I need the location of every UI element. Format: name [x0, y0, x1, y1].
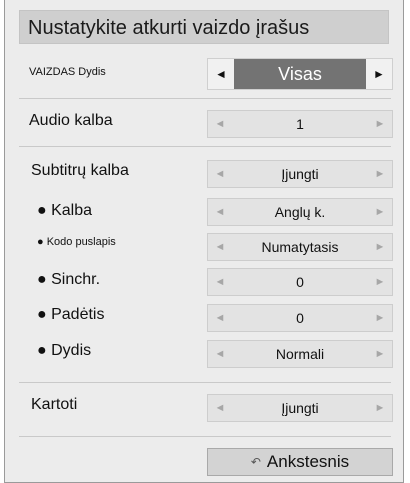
subtitle-sub-language-value: Anglų k. [274, 204, 326, 220]
repeat-label: Kartoti [31, 396, 78, 413]
arrow-right-icon[interactable]: ► [368, 341, 392, 367]
subtitle-sub-language-selector[interactable]: ◄ Anglų k. ► [207, 198, 393, 226]
picture-size-value: Visas [234, 59, 366, 89]
divider [19, 98, 391, 99]
arrow-left-icon[interactable]: ◄ [208, 269, 232, 295]
arrow-left-icon[interactable]: ◄ [208, 59, 234, 89]
subtitle-language-selector[interactable]: ◄ Įjungti ► [207, 160, 393, 188]
size-selector[interactable]: ◄ Normali ► [207, 340, 393, 368]
arrow-right-icon[interactable]: ► [366, 59, 392, 89]
arrow-right-icon[interactable]: ► [368, 269, 392, 295]
sync-value: 0 [296, 274, 304, 290]
subtitle-sub-language-label: ● Kalba [37, 202, 93, 219]
back-button[interactable]: ↶ Ankstesnis [207, 448, 393, 476]
size-label: ● Dydis [37, 342, 92, 359]
picture-size-selector[interactable]: ◄ Visas ► [207, 58, 393, 90]
repeat-value: Įjungti [281, 400, 319, 416]
divider [19, 436, 391, 437]
back-button-label: Ankstesnis [266, 452, 350, 471]
audio-language-value: 1 [296, 116, 304, 132]
arrow-left-icon[interactable]: ◄ [208, 161, 232, 187]
settings-panel: Nustatykite atkurti vaizdo įrašus VAIZDA… [4, 0, 404, 483]
size-value: Normali [275, 346, 325, 362]
picture-size-label: VAIZDAS Dydis [29, 66, 106, 78]
code-page-label: ● Kodo puslapis [37, 236, 116, 248]
audio-language-selector[interactable]: ◄ 1 ► [207, 110, 393, 138]
page-title: Nustatykite atkurti vaizdo įrašus [19, 10, 389, 44]
return-icon: ↶ [250, 455, 261, 469]
arrow-right-icon[interactable]: ► [368, 111, 392, 137]
arrow-right-icon[interactable]: ► [368, 199, 392, 225]
repeat-selector[interactable]: ◄ Įjungti ► [207, 394, 393, 422]
arrow-left-icon[interactable]: ◄ [208, 305, 232, 331]
arrow-left-icon[interactable]: ◄ [208, 234, 232, 260]
divider [19, 382, 391, 383]
subtitle-language-label: Subtitrų kalba [31, 162, 129, 179]
sync-label: ● Sinchr. [37, 271, 101, 288]
arrow-right-icon[interactable]: ► [368, 395, 392, 421]
divider [19, 146, 391, 147]
arrow-left-icon[interactable]: ◄ [208, 199, 232, 225]
code-page-selector[interactable]: ◄ Numatytasis ► [207, 233, 393, 261]
arrow-left-icon[interactable]: ◄ [208, 341, 232, 367]
sync-selector[interactable]: ◄ 0 ► [207, 268, 393, 296]
arrow-right-icon[interactable]: ► [368, 234, 392, 260]
arrow-right-icon[interactable]: ► [368, 161, 392, 187]
arrow-left-icon[interactable]: ◄ [208, 395, 232, 421]
arrow-left-icon[interactable]: ◄ [208, 111, 232, 137]
subtitle-language-value: Įjungti [281, 166, 319, 182]
position-selector[interactable]: ◄ 0 ► [207, 304, 393, 332]
position-value: 0 [296, 310, 304, 326]
position-label: ● Padėtis [37, 306, 105, 323]
audio-language-label: Audio kalba [29, 112, 113, 129]
code-page-value: Numatytasis [261, 239, 339, 255]
arrow-right-icon[interactable]: ► [368, 305, 392, 331]
